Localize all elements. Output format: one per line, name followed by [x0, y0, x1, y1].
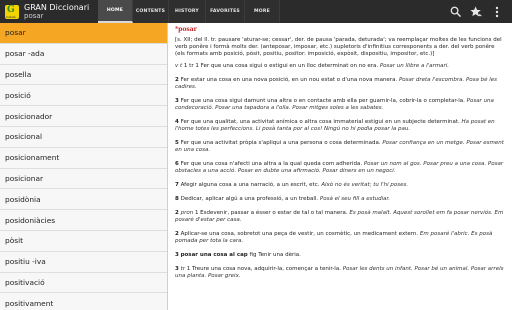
list-item[interactable]: posicionar [0, 168, 167, 190]
tab-contents[interactable]: CONTENTS [133, 0, 169, 23]
action-bar [443, 0, 512, 23]
sense-9: 2 pron 1 Esdevenir, passar a ésser o est… [175, 210, 506, 224]
tab-home[interactable]: HOME [98, 0, 133, 23]
sense-8: 8 Dedicar, aplicar algú a una professió,… [175, 196, 506, 203]
app-title: GRAN Diccionari [24, 2, 90, 12]
sense-text: fig Tenir una dèria. [249, 252, 301, 258]
sense-text: Fer que una activitat pròpia s'apliqui a… [180, 140, 381, 146]
favorite-button[interactable] [467, 3, 485, 21]
sense-pos: v t [175, 63, 183, 69]
sense-text: 1 tr 1 Fer que una cosa sigui o estigui … [183, 63, 379, 69]
sense-6: 6 Fer que una cosa n'afecti una altra a … [175, 161, 506, 175]
search-button[interactable] [446, 3, 464, 21]
list-item[interactable]: posar [0, 23, 167, 44]
list-item[interactable]: positiu -iva [0, 251, 167, 273]
sense-text: Fer estar una cosa en una nova posició, … [180, 77, 398, 83]
etymology: [s. XII; del ll. tr. pausare 'aturar-se;… [175, 37, 502, 57]
list-item[interactable]: posar -ada [0, 43, 167, 65]
sense-text: Fer que una qualitat, una activitat aním… [180, 119, 460, 125]
sense-number: 2 [175, 231, 179, 237]
word-list: posar posar -ada posella posició posicio… [0, 23, 168, 310]
tab-favorites[interactable]: FAVORITES [206, 0, 245, 23]
sense-3: 3 Fer que una cosa sigui damunt una altr… [175, 98, 506, 112]
entry-panel: *posar [s. XII; del ll. tr. pausare 'atu… [169, 23, 512, 310]
list-item[interactable]: positivació [0, 272, 167, 294]
sense-number: 8 [175, 196, 179, 202]
list-item[interactable]: positivament [0, 293, 167, 310]
sense-pos: pron [180, 210, 194, 216]
logo-mark: G [7, 4, 15, 15]
search-icon [450, 6, 461, 17]
star-icon [469, 5, 482, 16]
app-subtitle: posar [24, 11, 44, 20]
sense-text: 1 Esdevenir, passar a ésser o estar de t… [194, 210, 348, 216]
sense-text: Fer que una cosa sigui damunt una altra … [180, 98, 465, 104]
list-item[interactable]: posicionament [0, 147, 167, 169]
sense-number: 3 [175, 98, 179, 104]
sense-pos: tr [180, 266, 185, 272]
sense-text: Fer que una cosa n'afecti una altra a la… [180, 161, 363, 167]
sense-4: 4 Fer que una qualitat, una activitat an… [175, 119, 506, 133]
overflow-menu-icon [495, 6, 499, 17]
top-bar: G Català GRAN Diccionari posar HOME CONT… [0, 0, 512, 23]
list-item[interactable]: posicional [0, 126, 167, 148]
app-logo: G Català [5, 4, 19, 19]
sense-example: Això no és veritat; tu l'hi poses. [321, 182, 409, 188]
list-item[interactable]: posidònia [0, 189, 167, 211]
sense-number: 3 [175, 266, 179, 272]
headword: *posar [175, 26, 506, 35]
tab-history[interactable]: HISTORY [169, 0, 206, 23]
sense-10: 2 Aplicar-se una cosa, sobretot una peça… [175, 231, 506, 245]
sense-example: Posà el seu fill a estudiar. [319, 196, 390, 202]
headword-text: posar [178, 26, 197, 33]
sense-number: 6 [175, 161, 179, 167]
sense-example: Posar un llibre a l'armari. [379, 63, 450, 69]
sense-number: 2 [175, 77, 179, 83]
sense-number: 3 [175, 252, 179, 258]
list-item[interactable]: posicionador [0, 106, 167, 127]
sense-2: 2 Fer estar una cosa en una nova posició… [175, 77, 506, 91]
tab-bar: HOME CONTENTS HISTORY FAVORITES MORE [98, 0, 280, 23]
list-item[interactable]: posidoniàcies [0, 210, 167, 231]
sense-text: Aplicar-se una cosa, sobretot una peça d… [180, 231, 419, 237]
sense-number: 7 [175, 182, 179, 188]
list-item[interactable]: posició [0, 85, 167, 107]
sense-11: 3 posar una cosa al cap fig Tenir una dè… [175, 252, 506, 259]
sense-5: 5 Fer que una activitat pròpia s'apliqui… [175, 140, 506, 154]
app-brand: G Català GRAN Diccionari posar [0, 0, 98, 23]
sense-text: Afegir alguna cosa a una narració, a un … [180, 182, 320, 188]
sense-text: Dedicar, aplicar algú a una professió, a… [180, 196, 319, 202]
sense-number: 5 [175, 140, 179, 146]
sense-12: 3 tr 1 Treure una cosa nova, adquirir-la… [175, 266, 506, 280]
sense-1: v t 1 tr 1 Fer que una cosa sigui o esti… [175, 63, 506, 70]
tab-more[interactable]: MORE [245, 0, 280, 23]
sense-locution: posar una cosa al cap [180, 252, 248, 258]
sense-number: 2 [175, 210, 179, 216]
overflow-menu-button[interactable] [488, 3, 506, 21]
list-item[interactable]: posella [0, 64, 167, 86]
list-item[interactable]: pòsit [0, 230, 167, 252]
logo-sub: Català [6, 14, 16, 19]
sense-number: 4 [175, 119, 179, 125]
sense-text: 1 Treure una cosa nova, adquirir-la, com… [186, 266, 341, 272]
sense-7: 7 Afegir alguna cosa a una narració, a u… [175, 182, 506, 189]
